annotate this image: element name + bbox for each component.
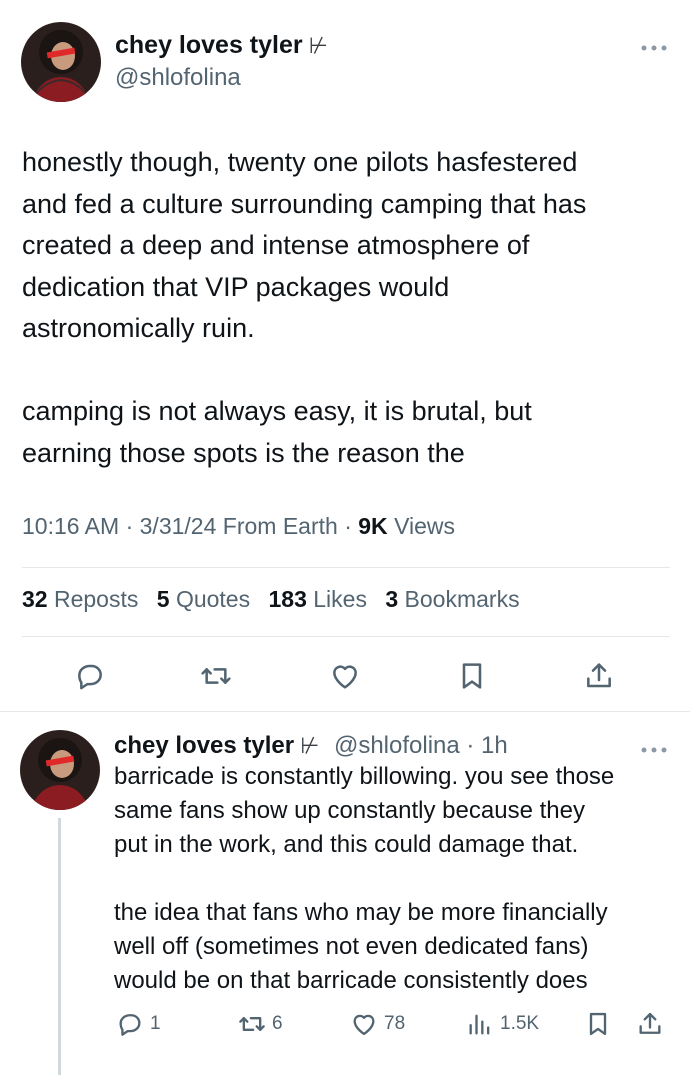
likes-stat[interactable]: 183 Likes <box>268 586 366 612</box>
more-options-icon[interactable] <box>640 742 668 753</box>
repost-icon <box>239 1017 265 1031</box>
tweet-location: From Earth <box>222 513 338 539</box>
more-options-icon[interactable] <box>640 40 668 51</box>
reply-button[interactable]: 1 <box>116 1010 161 1038</box>
tweet-text: honestly though, twenty one pilots hasfe… <box>22 147 587 468</box>
bookmark-icon[interactable] <box>456 660 488 692</box>
reply-icon <box>119 1014 141 1036</box>
author-badge: ⊬ <box>308 33 328 58</box>
bookmark-icon <box>589 1012 607 1036</box>
like-icon[interactable] <box>329 660 361 692</box>
reply-author-row: chey loves tyler ⊬ @shlofolina · 1h <box>114 732 508 759</box>
engagement-stats: 32 Reposts 5 Quotes 183 Likes 3 Bookmark… <box>22 586 532 613</box>
repost-icon[interactable] <box>200 660 232 692</box>
like-count: 78 <box>384 1013 406 1034</box>
like-button[interactable]: 78 <box>350 1010 405 1038</box>
reply-action-bar: 1 6 78 1.5K <box>0 1010 690 1044</box>
share-icon <box>639 1012 661 1034</box>
avatar[interactable] <box>20 730 100 810</box>
tweet-time[interactable]: 10:16 AM <box>22 513 119 539</box>
views-label: Views <box>394 513 455 539</box>
reply-text: barricade is constantly billowing. you s… <box>114 763 615 994</box>
reply-time[interactable]: 1h <box>481 732 508 759</box>
share-icon[interactable] <box>583 660 615 692</box>
divider <box>22 636 670 637</box>
reply-tweet[interactable]: chey loves tyler ⊬ @shlofolina · 1h barri… <box>0 712 690 1075</box>
repost-count: 6 <box>272 1013 283 1034</box>
author-handle[interactable]: @shlofolina <box>334 732 460 759</box>
views-count: 1.5K <box>500 1013 540 1034</box>
avatar[interactable] <box>21 22 101 102</box>
reply-count: 1 <box>150 1013 161 1034</box>
tweet-date[interactable]: 3/31/24 <box>140 513 217 539</box>
quotes-stat[interactable]: 5 Quotes <box>157 586 250 612</box>
repost-button[interactable]: 6 <box>238 1010 283 1038</box>
divider <box>22 567 670 568</box>
like-icon <box>353 1014 375 1036</box>
views-count: 9K <box>358 513 388 539</box>
bookmark-button[interactable] <box>584 1010 618 1038</box>
author-display-name[interactable]: chey loves tyler <box>114 732 294 759</box>
reposts-stat[interactable]: 32 Reposts <box>22 586 138 612</box>
share-button[interactable] <box>636 1010 670 1038</box>
author-display-name: chey loves tyler <box>115 31 303 59</box>
author-handle[interactable]: @shlofolina <box>115 64 241 92</box>
views-icon <box>469 1014 490 1035</box>
author-name[interactable]: chey loves tyler ⊬ <box>115 31 328 60</box>
tweet-meta: 10:16 AM · 3/31/24 From Earth · 9K Views <box>22 513 455 539</box>
views-button[interactable]: 1.5K <box>466 1010 539 1038</box>
bookmarks-stat[interactable]: 3 Bookmarks <box>385 586 519 612</box>
author-badge: ⊬ <box>300 733 320 758</box>
reply-icon[interactable] <box>74 660 106 692</box>
